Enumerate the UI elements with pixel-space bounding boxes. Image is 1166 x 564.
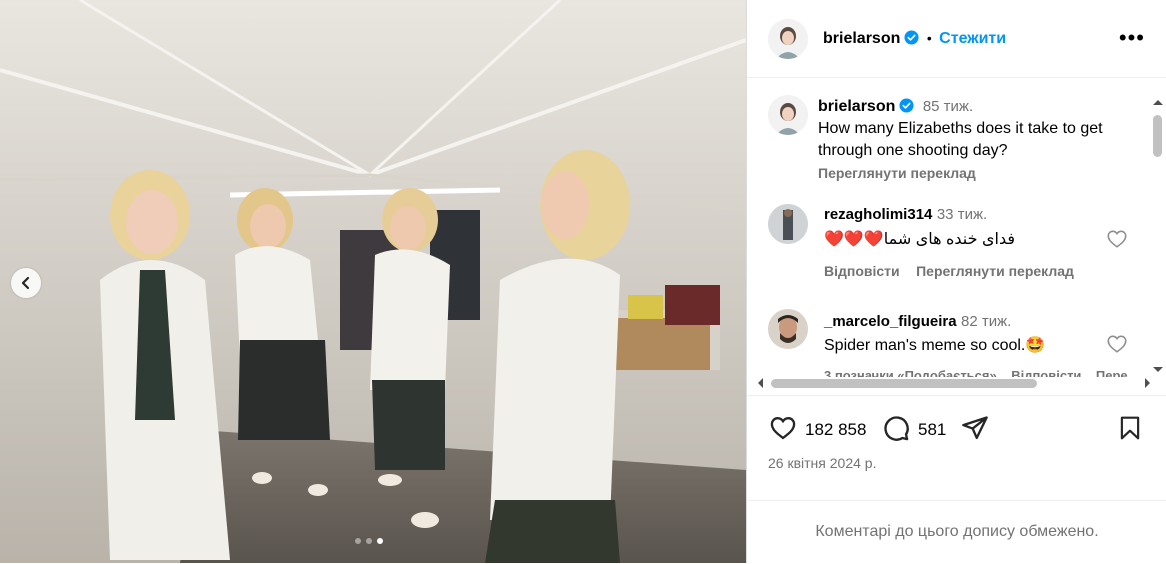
avatar-image: [768, 309, 808, 349]
avatar-image: [768, 95, 808, 135]
comment-head: rezagholimi314 33 тиж.: [824, 206, 987, 224]
save-bookmark-icon[interactable]: [1117, 414, 1143, 442]
comment-actions: Відповісти Переглянути переклад: [824, 263, 1074, 281]
comment-avatar[interactable]: [768, 309, 808, 349]
header-separator: •: [926, 30, 932, 46]
post-photo-illustration: [0, 0, 746, 563]
share-paper-plane-icon[interactable]: [960, 414, 990, 442]
scroll-up-arrow-icon[interactable]: [1151, 97, 1165, 107]
comments-list[interactable]: brielarson 85 тиж. How many Elizabeths d…: [747, 79, 1166, 395]
avatar-image: [768, 204, 808, 244]
comments-limited-text: Коментарі до цього допису обмежено.: [815, 523, 1099, 540]
carousel-dot: [366, 538, 372, 544]
comment-text: Spider man's meme so cool.🤩: [824, 337, 1046, 354]
verified-badge-icon: [899, 98, 914, 113]
caption-translate-link[interactable]: Переглянути переклад: [818, 165, 976, 181]
comment-text: ❤️❤️❤️فدای خنده های شما: [824, 231, 1015, 248]
author-avatar[interactable]: [768, 19, 808, 59]
horizontal-scrollbar-thumb[interactable]: [771, 379, 1037, 388]
comment-time[interactable]: 33 тиж.: [937, 206, 987, 223]
follow-button[interactable]: Стежити: [939, 30, 1006, 47]
post-image[interactable]: [0, 0, 746, 563]
post-actions: 182 858 581 26 квітня 2024 р. Коментарі …: [747, 395, 1166, 563]
like-heart-icon[interactable]: [768, 414, 798, 442]
comment-time[interactable]: 82 тиж.: [961, 313, 1011, 330]
comment-head: _marcelo_filgueira 82 тиж.: [824, 313, 1011, 331]
more-options-button[interactable]: •••: [1119, 27, 1145, 49]
caption-username[interactable]: brielarson: [818, 98, 895, 115]
post-date[interactable]: 26 квітня 2024 р.: [768, 455, 876, 471]
comments-count[interactable]: 581: [918, 420, 946, 440]
caption-text: How many Elizabeths does it take to get …: [818, 120, 1103, 159]
more-options-icon: •••: [1118, 25, 1145, 50]
scroll-left-arrow-icon[interactable]: [755, 376, 765, 390]
comment-like-heart-icon[interactable]: [1106, 228, 1128, 250]
reply-button[interactable]: Відповісти: [824, 263, 900, 279]
vertical-scrollbar[interactable]: [1149, 97, 1163, 377]
caption-avatar[interactable]: [768, 95, 808, 135]
carousel-dot-active: [377, 538, 383, 544]
header-username[interactable]: brielarson: [823, 30, 900, 47]
caption-body: brielarson 85 тиж. How many Elizabeths d…: [818, 96, 1148, 185]
comment-username[interactable]: rezagholimi314: [824, 206, 932, 223]
horizontal-scrollbar[interactable]: [758, 375, 1150, 391]
carousel-dot: [355, 538, 361, 544]
comment-bubble-icon[interactable]: [881, 414, 911, 442]
post-side-panel: brielarson • Стежити ••• brielarson 85 т…: [746, 0, 1166, 563]
post-header: brielarson • Стежити •••: [747, 0, 1166, 78]
comment-avatar[interactable]: [768, 204, 808, 244]
scroll-down-arrow-icon[interactable]: [1151, 365, 1165, 375]
translate-button[interactable]: Переглянути переклад: [916, 263, 1074, 279]
vertical-scrollbar-thumb[interactable]: [1153, 115, 1162, 157]
header-user-line: brielarson • Стежити: [823, 30, 1006, 48]
scroll-right-arrow-icon[interactable]: [1143, 376, 1153, 390]
avatar-image: [768, 19, 808, 59]
caption-time[interactable]: 85 тиж.: [923, 98, 973, 115]
comment-like-heart-icon[interactable]: [1106, 333, 1128, 355]
comment-username[interactable]: _marcelo_filgueira: [824, 313, 957, 330]
chevron-left-icon: [21, 276, 30, 290]
previous-slide-button[interactable]: [11, 268, 41, 298]
verified-badge-icon: [904, 30, 919, 45]
likes-count[interactable]: 182 858: [805, 420, 866, 440]
comments-limited-notice: Коментарі до цього допису обмежено.: [747, 500, 1166, 564]
carousel-indicator: [355, 538, 383, 544]
